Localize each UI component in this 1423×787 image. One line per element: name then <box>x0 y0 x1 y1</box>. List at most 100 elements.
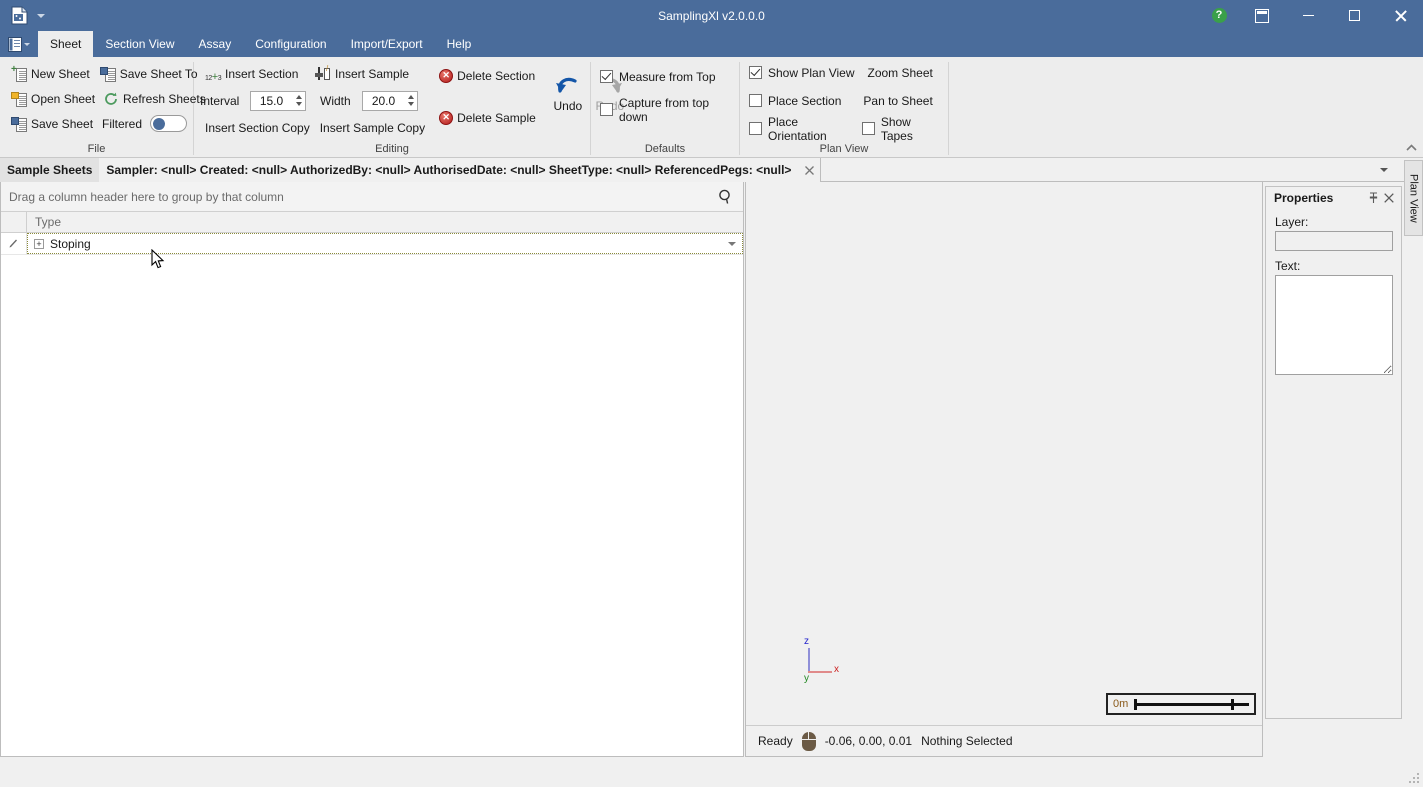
properties-title: Properties <box>1274 191 1365 205</box>
zoom-sheet-button[interactable]: Zoom Sheet <box>863 61 938 84</box>
undo-icon <box>553 69 583 99</box>
insert-section-copy-label: Insert Section Copy <box>205 121 310 135</box>
application-menu-button[interactable] <box>0 31 38 57</box>
doc-tab-menu-button[interactable] <box>1375 158 1393 182</box>
tab-configuration[interactable]: Configuration <box>243 31 338 57</box>
pan-to-sheet-button[interactable]: Pan to Sheet <box>858 89 937 112</box>
status-selection: Nothing Selected <box>921 734 1012 748</box>
open-sheet-button[interactable]: Open Sheet <box>6 87 98 110</box>
doc-tab-metadata[interactable]: Sampler: <null> Created: <null> Authoriz… <box>99 158 798 182</box>
new-sheet-button[interactable]: + New Sheet <box>6 62 95 85</box>
insert-sample-button[interactable]: / Insert Sample <box>310 62 414 85</box>
toggle-knob <box>153 118 165 130</box>
capture-from-top-down-checkbox[interactable]: Capture from top down <box>597 98 733 121</box>
close-icon[interactable] <box>1381 190 1397 206</box>
place-orientation-checkbox[interactable]: Place Orientation <box>746 117 854 140</box>
insert-section-copy-button[interactable]: Insert Section Copy <box>200 116 315 139</box>
close-button[interactable] <box>1377 0 1423 31</box>
column-header-type[interactable]: Type <box>27 212 743 232</box>
tab-section-view[interactable]: Section View <box>93 31 186 57</box>
quick-access-toolbar-caret[interactable] <box>32 3 50 29</box>
width-label: Width <box>320 94 358 108</box>
help-button[interactable]: ? <box>1199 0 1239 31</box>
checkbox-icon <box>749 122 762 135</box>
ribbon-group-editing: 12+3 Insert Section / Insert Sample In <box>194 57 590 158</box>
undo-button[interactable]: Undo <box>547 63 589 119</box>
width-stepper-arrows[interactable] <box>404 92 417 110</box>
search-icon[interactable] <box>717 188 735 206</box>
place-section-checkbox[interactable]: Place Section <box>746 89 844 112</box>
stepper-down-icon[interactable] <box>408 102 414 106</box>
scale-bar: 0m <box>1106 693 1256 715</box>
3d-viewport[interactable]: z x y 0m <box>746 182 1262 726</box>
refresh-icon <box>103 91 119 107</box>
group-by-panel[interactable]: Drag a column header here to group by th… <box>1 182 743 212</box>
delete-section-button[interactable]: ✕ Delete Section <box>434 64 540 87</box>
delete-sample-button[interactable]: ✕ Delete Sample <box>434 106 541 129</box>
filtered-toggle[interactable] <box>150 115 187 132</box>
row-edit-indicator <box>1 233 27 254</box>
pin-icon[interactable] <box>1365 190 1381 206</box>
layer-input[interactable] <box>1275 231 1393 251</box>
checkbox-icon <box>749 94 762 107</box>
caret-down-icon <box>24 43 30 46</box>
title-bar: SamplingXl v2.0.0.0 ? <box>0 0 1423 31</box>
insert-section-label: Insert Section <box>225 67 298 81</box>
doc-tab-close-button[interactable] <box>798 158 820 182</box>
checkbox-icon <box>749 66 762 79</box>
width-input[interactable] <box>363 92 404 110</box>
doc-tab-sample-sheets[interactable]: Sample Sheets <box>0 158 99 182</box>
delete-section-icon: ✕ <box>439 69 453 83</box>
measure-from-top-checkbox[interactable]: Measure from Top <box>597 65 733 88</box>
tab-assay[interactable]: Assay <box>187 31 244 57</box>
side-tab-plan-view[interactable]: Plan View <box>1404 160 1423 236</box>
minimize-button[interactable] <box>1285 0 1331 31</box>
width-stepper[interactable] <box>362 91 418 111</box>
show-plan-view-checkbox[interactable]: Show Plan View <box>746 61 858 84</box>
interval-stepper-arrows[interactable] <box>292 92 305 110</box>
stepper-down-icon[interactable] <box>296 102 302 106</box>
caret-down-icon <box>1380 168 1388 172</box>
minimize-icon <box>1303 15 1314 16</box>
caret-down-icon <box>37 14 45 18</box>
insert-section-button[interactable]: 12+3 Insert Section <box>200 62 300 85</box>
stepper-up-icon[interactable] <box>408 95 414 99</box>
application-icon[interactable] <box>6 3 32 29</box>
layer-label: Layer: <box>1275 215 1392 229</box>
show-tapes-checkbox[interactable]: Show Tapes <box>859 117 942 140</box>
status-coordinates: -0.06, 0.00, 0.01 <box>825 734 912 748</box>
row-cell-type[interactable]: + Stoping <box>27 233 743 254</box>
close-icon <box>805 166 814 175</box>
tab-sheet[interactable]: Sheet <box>38 31 93 57</box>
save-sheet-label: Save Sheet <box>31 117 93 131</box>
show-plan-view-label: Show Plan View <box>768 66 855 80</box>
interval-stepper[interactable] <box>250 91 306 111</box>
row-expander-icon[interactable]: + <box>34 239 44 249</box>
save-sheet-to-button[interactable]: Save Sheet To <box>95 62 203 85</box>
tab-import-export[interactable]: Import/Export <box>339 31 435 57</box>
text-textarea[interactable] <box>1275 275 1393 375</box>
ribbon-group-defaults: Measure from Top Capture from top down D… <box>591 57 739 158</box>
ribbon-display-options-button[interactable] <box>1239 0 1285 31</box>
ribbon-group-defaults-label: Defaults <box>591 141 739 158</box>
capture-from-top-down-label: Capture from top down <box>619 96 730 124</box>
mouse-icon <box>802 732 816 751</box>
row-dropdown-icon[interactable] <box>728 242 736 246</box>
insert-sample-label: Insert Sample <box>335 67 409 81</box>
side-tab-label: Plan View <box>1408 174 1420 223</box>
table-row[interactable]: + Stoping <box>1 233 743 255</box>
window-resize-grip[interactable] <box>1406 770 1419 783</box>
collapse-ribbon-button[interactable] <box>1401 137 1421 157</box>
ribbon-group-editing-label: Editing <box>194 141 590 158</box>
checkbox-icon <box>862 122 875 135</box>
insert-sample-copy-button[interactable]: Insert Sample Copy <box>315 116 430 139</box>
status-ready-label: Ready <box>758 734 793 748</box>
save-sheet-button[interactable]: Save Sheet <box>6 112 98 135</box>
interval-input[interactable] <box>251 92 292 110</box>
stepper-up-icon[interactable] <box>296 95 302 99</box>
open-sheet-label: Open Sheet <box>31 92 95 106</box>
maximize-button[interactable] <box>1331 0 1377 31</box>
delete-section-label: Delete Section <box>457 69 535 83</box>
tab-help[interactable]: Help <box>435 31 484 57</box>
properties-header: Properties <box>1266 187 1401 209</box>
